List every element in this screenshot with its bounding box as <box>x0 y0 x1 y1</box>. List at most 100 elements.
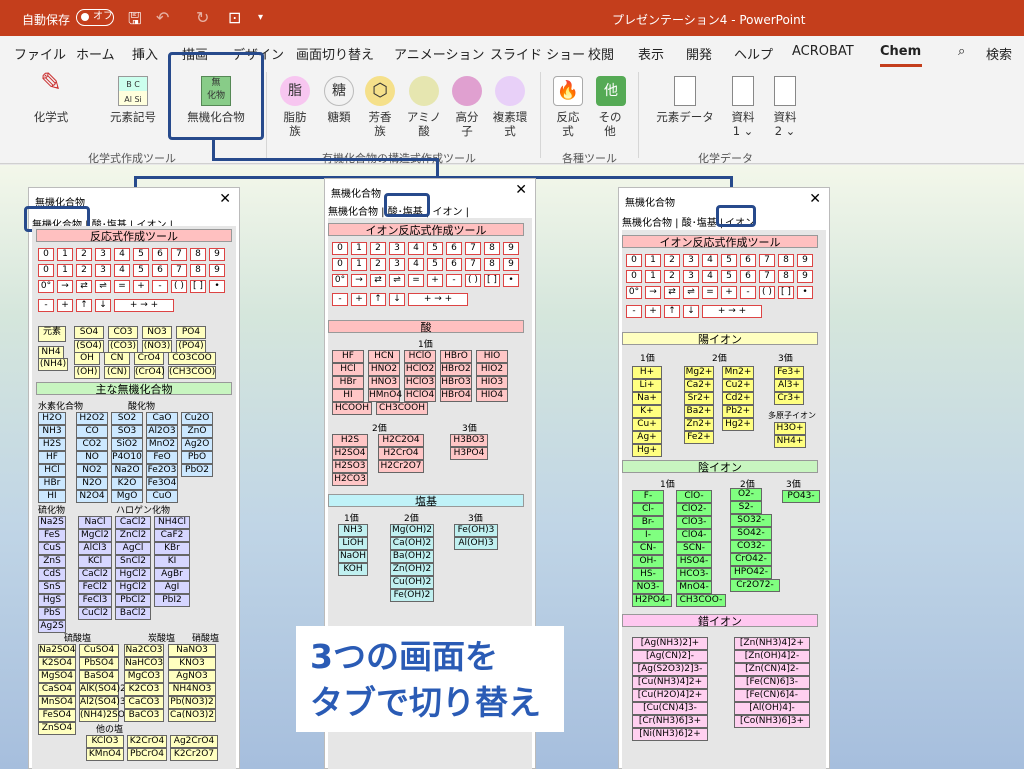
acid3-list: H3BO3 H3PO4 <box>450 434 488 460</box>
tab-acrobat[interactable]: ACROBAT <box>792 44 854 59</box>
ops-row: - + ↑ ↓ + → + <box>38 299 174 312</box>
amino-acid-icon <box>409 76 439 106</box>
tab-developer[interactable]: 開発 <box>686 44 712 63</box>
autosave-toggle[interactable]: オフ <box>76 9 114 26</box>
cation3-list: Fe3+ Al3+ Cr3+ <box>774 366 804 405</box>
ryuka-list: Na2S FeS CuS ZnS CdS SnS HgS PbS Ag2S <box>38 516 66 633</box>
group-label: 化学データ <box>698 152 753 165</box>
tourui-button[interactable]: 糖糖類 <box>324 76 354 124</box>
acid-header: 酸 <box>328 320 524 334</box>
base2-list: Mg(OH)2 Ca(OH)2 Ba(OH)2 Zn(OH)2 Cu(OH)2 Fe(OH… <box>390 524 434 602</box>
redo-icon[interactable]: ↻ <box>196 8 209 27</box>
tab-home[interactable]: ホーム <box>76 44 115 63</box>
window-title: プレゼンテーション4 - PowerPoint <box>612 13 806 27</box>
caption-line1: 3つの画面を <box>310 637 498 676</box>
koubunshi-button[interactable]: 高分子 <box>450 76 484 138</box>
polymer-icon <box>452 76 482 106</box>
keypad: 0123456789 0123456789 0° → ⇄ ⇌ = + -( )[ ] • <box>626 254 813 299</box>
caption-line2: タブで切り替え <box>310 683 541 722</box>
sanka-list: H2O2 SO2 CaO Cu2O CO SO3 Al2O3 ZnO CO2 SiO2 MnO2… <box>76 412 213 503</box>
fukusokan-button[interactable]: 複素環式 <box>490 76 530 138</box>
genso-button[interactable]: 元素 <box>38 326 66 342</box>
document-icon <box>674 76 696 106</box>
present-icon[interactable]: ⊡ <box>228 8 241 27</box>
base-header: 塩基 <box>328 494 524 508</box>
cation2-list: Mg2+ Ca2+ Sr2+ Ba2+ Zn2+ Fe2+ <box>684 366 714 444</box>
info-doc-icon <box>732 76 754 106</box>
pane-title: 無機化合物 <box>331 189 381 200</box>
houkou-button[interactable]: ⬡ 芳香族 <box>364 76 396 138</box>
nh4p-button[interactable]: (NH4) <box>38 358 68 371</box>
highlight-tab-ion <box>716 205 756 227</box>
keypad-row1: 0123456789 0123456789 0° → ⇄ ⇌ = + -( )[ ] • <box>38 248 225 293</box>
fat-icon: 脂 <box>280 76 310 106</box>
tab-file[interactable]: ファイル <box>14 44 66 63</box>
pen-icon: ✎ <box>40 68 62 98</box>
group-label: 化学式作成ツール <box>88 152 176 165</box>
close-icon[interactable]: ✕ <box>219 191 231 207</box>
cation-header: 陽イオン <box>622 332 818 346</box>
close-icon[interactable]: ✕ <box>515 182 527 198</box>
anion-header: 陰イオン <box>622 460 818 474</box>
anion1b-list: ClO- ClO2- ClO3- ClO4- SCN- HSO4- HCO3- MnO4- CH… <box>676 490 726 607</box>
other-list: KClO3 K2CrO4 Ag2CrO4 KMnO4 PbCrO4 K2Cr2O7 <box>86 735 218 761</box>
keypad: 0123456789 0123456789 0° → ⇄ ⇌ = + -( )[ ] • <box>332 242 519 287</box>
pane-title: 無機化合物 <box>625 198 675 209</box>
active-tab-underline <box>880 64 922 67</box>
cation2b-list: Mn2+ Cu2+ Cd2+ Pb2+ Hg2+ <box>722 366 754 431</box>
tab-help[interactable]: ヘルプ <box>734 44 773 63</box>
tansan-list: Na2CO3 NaHCO3 MgCO3 K2CO3 CaCO3 BaCO3 <box>124 644 164 722</box>
kagakushiki-button[interactable]: ✎ 化学式 <box>26 68 76 124</box>
sugar-icon: 糖 <box>324 76 354 106</box>
shiryo1-button[interactable]: 資料 1 ⌄ <box>728 76 758 138</box>
tab-view[interactable]: 表示 <box>638 44 664 63</box>
tab-insert[interactable]: 挿入 <box>132 44 158 63</box>
amino-button[interactable]: アミノ酸 <box>406 76 442 138</box>
tab-review[interactable]: 校閲 <box>588 44 614 63</box>
poly-cation-list: H3O+ NH4+ <box>774 422 806 448</box>
pane-tabs[interactable]: 無機化合物 | 酸･塩基 | <box>622 214 723 229</box>
hannoushiki-button[interactable]: 🔥 反応式 <box>552 76 584 138</box>
acid2-list: H2S H2C2O4 H2SO4 H2CrO4 H2SO3 H2Cr2O7 H2CO3 <box>332 434 424 486</box>
other-icon: 他 <box>596 76 626 106</box>
search-label[interactable]: 検索 <box>986 44 1012 63</box>
shiryo2-button[interactable]: 資料 2 ⌄ <box>770 76 800 138</box>
benzene-icon: ⬡ <box>365 76 395 106</box>
acid1-list: HF HCN HClO HBrO HIO HCl HNO2 HClO2 HBrO2 HIO2 H… <box>332 350 508 402</box>
close-icon[interactable]: ✕ <box>809 191 821 207</box>
group-label: 各種ツール <box>562 152 617 165</box>
complex-ion-header: 錯イオン <box>622 614 818 628</box>
tab-transitions[interactable]: 画面切り替え <box>296 44 374 63</box>
anion2-list: O2- S2- SO32- SO42- CO32- CrO42- HPO42- Cr2O72- <box>730 488 780 592</box>
genso-kigo-button[interactable]: B C Al Si 元素記号 <box>104 76 162 124</box>
tab-slideshow[interactable]: スライド ショー <box>490 44 585 63</box>
base3-list: Fe(OH)3 Al(OH)3 <box>454 524 498 550</box>
save-icon[interactable]: 🖫 <box>128 8 142 35</box>
base1-list: NH3 LiOH NaOH KOH <box>338 524 368 576</box>
search-icon[interactable]: ⌕ <box>958 44 965 59</box>
tab-chem[interactable]: Chem <box>880 44 921 59</box>
ion-reaction-header: イオン反応式作成ツール <box>328 223 524 237</box>
undo-icon[interactable]: ↶ <box>156 8 169 27</box>
shousan-list: NaNO3 KNO3 AgNO3 NH4NO3 Pb(NO3)2 Ca(NO3)2 <box>168 644 216 722</box>
ion-grid: SO4 CO3 NO3 PO4 (SO4) (CO3) (NO3) (PO4) <box>74 326 206 353</box>
complex2-list: [Zn(NH3)4]2+ [Zn(OH)4]2- [Zn(CN)4]2- [Fe(CN… <box>734 637 810 728</box>
reaction-tool-header: 反応式作成ツール <box>36 229 232 243</box>
ops-row: - + ↑ ↓ + → + <box>332 293 468 306</box>
ops-row: - + ↑ ↓ + → + <box>626 305 762 318</box>
title-bar: 自動保存 オフ 🖫 ↶ ↻ ⊡ ▾ プレゼンテーション4 - PowerPoin… <box>0 0 1024 36</box>
heterocycle-icon <box>495 76 525 106</box>
complex1-list: [Ag(NH3)2]+ [Ag(CN)2]- [Ag(S2O3)2]3- [Cu(NH… <box>632 637 708 741</box>
genso-data-button[interactable]: 元素データ <box>656 76 714 124</box>
tab-animations[interactable]: アニメーション <box>394 44 484 63</box>
highlight-muki-button <box>168 52 264 140</box>
info-doc-icon <box>774 76 796 106</box>
element-symbol-icon: B C Al Si <box>118 76 148 106</box>
menu-bar: ファイル ホーム 挿入 描画 デザイン 画面切り替え アニメーション スライド … <box>0 36 1024 68</box>
shibo-button[interactable]: 脂脂肪族 <box>280 76 310 138</box>
sonota-button[interactable]: 他その他 <box>596 76 626 138</box>
anion1-list: F- Cl- Br- I- CN- OH- HS- NO3- H2PO4- <box>632 490 672 607</box>
cation1-list: H+ Li+ Na+ K+ Cu+ Ag+ Hg+ <box>632 366 662 457</box>
customize-icon[interactable]: ▾ <box>258 12 263 23</box>
flame-icon: 🔥 <box>553 76 583 106</box>
